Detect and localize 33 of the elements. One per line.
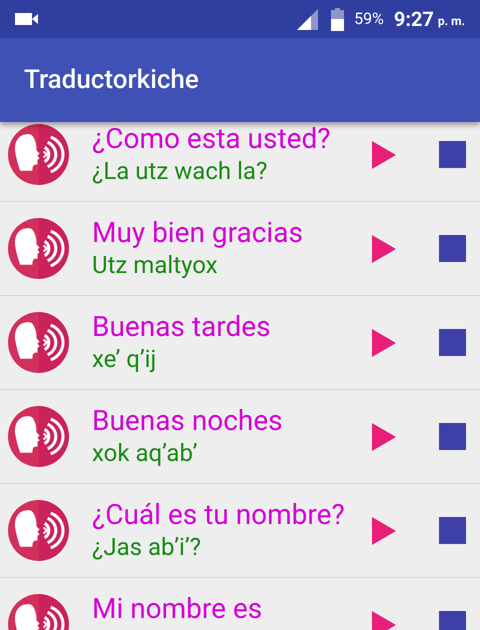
spanish-phrase: Muy bien gracias — [92, 216, 304, 248]
play-button[interactable] — [371, 328, 397, 358]
kiche-translation: Utz maltyox — [92, 250, 219, 280]
play-icon — [372, 140, 396, 168]
speaking-head-icon — [8, 218, 69, 279]
kiche-translation: ¿Jas ab’i’? — [92, 532, 202, 562]
play-button[interactable] — [371, 234, 397, 264]
speaking-head-icon — [8, 406, 69, 467]
kiche-translation: xe’ q’ij — [92, 344, 158, 374]
battery-icon — [331, 8, 344, 30]
speaking-head-icon — [8, 312, 69, 373]
play-button[interactable] — [371, 516, 397, 546]
battery-percentage: 59% — [354, 8, 384, 30]
clock-period: p. m. — [438, 13, 465, 30]
spanish-phrase: ¿Como esta usted? — [92, 122, 332, 154]
video-camera-icon — [15, 12, 39, 26]
kiche-translation: xok aq’ab’ — [92, 438, 198, 468]
clock-time: 9:27 — [394, 6, 434, 33]
speaking-head-icon — [8, 500, 69, 561]
spanish-phrase: Buenas tardes — [92, 310, 272, 342]
spanish-phrase: ¿Cuál es tu nombre? — [92, 498, 346, 530]
play-button[interactable] — [371, 422, 397, 452]
play-icon — [372, 516, 396, 544]
play-icon — [372, 328, 396, 356]
app-title: Traductorkiche — [24, 64, 199, 96]
play-icon — [372, 234, 396, 262]
speaking-head-icon — [8, 124, 69, 185]
spanish-phrase: Buenas noches — [92, 404, 284, 436]
signal-icon — [297, 8, 318, 30]
play-button[interactable] — [371, 140, 397, 170]
spanish-phrase: Mi nombre es — [92, 592, 264, 624]
kiche-translation: ¿La utz wach la? — [92, 156, 268, 186]
play-icon — [372, 422, 396, 450]
